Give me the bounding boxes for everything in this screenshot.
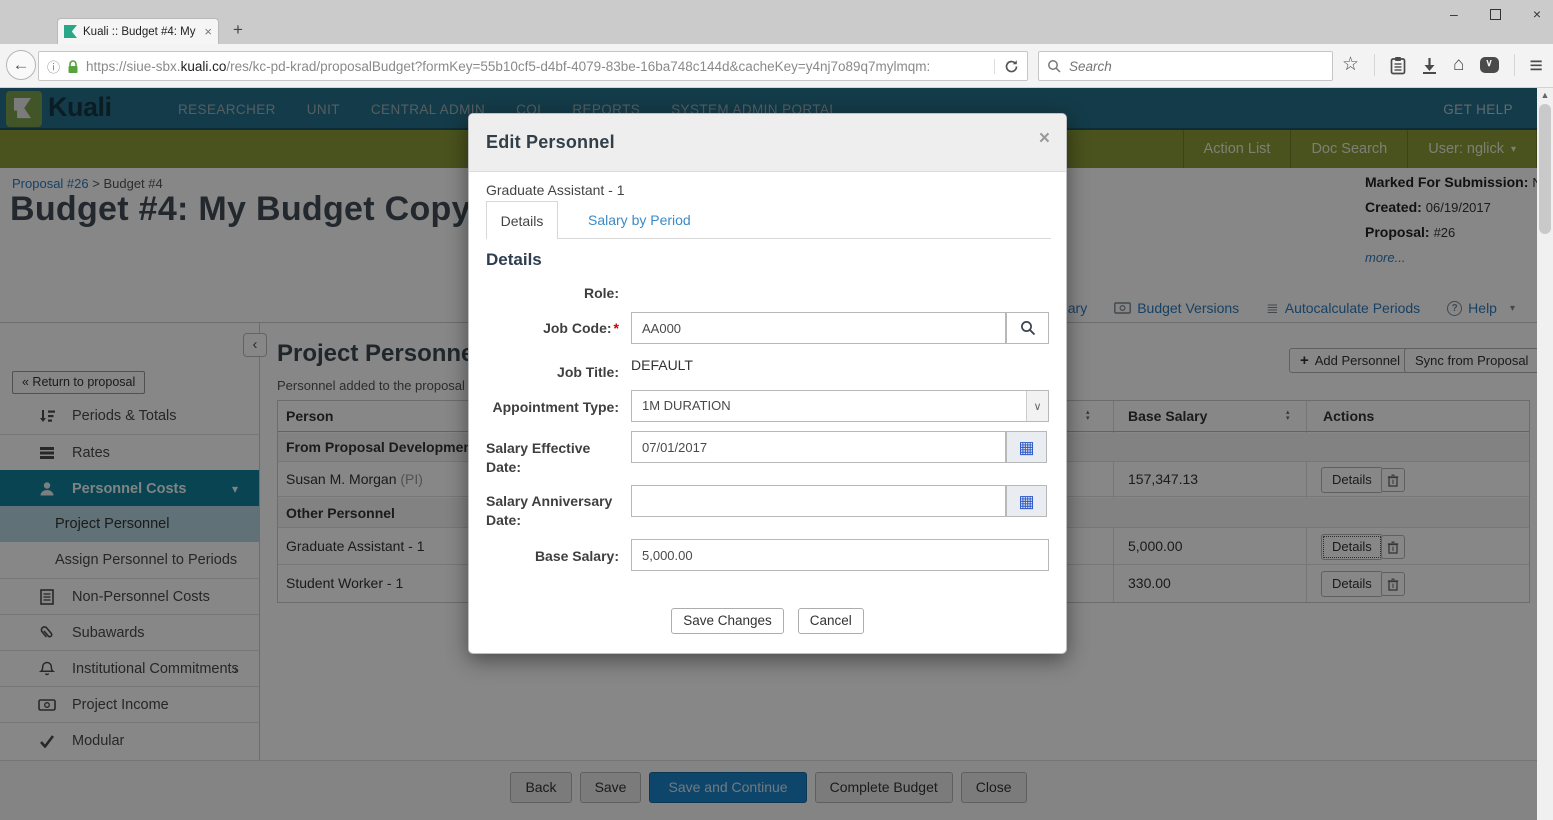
window-maximize-button[interactable] [1490,9,1501,20]
job-title-label: Job Title: [486,364,619,380]
edit-personnel-modal: Edit Personnel × Graduate Assistant - 1 … [468,113,1067,654]
kuali-favicon-icon [64,25,77,38]
reload-icon[interactable] [994,59,1019,74]
cancel-button[interactable]: Cancel [798,608,864,634]
padlock-icon [67,59,79,74]
job-code-lookup-button[interactable] [1006,312,1049,344]
search-input[interactable] [1067,58,1287,75]
window-minimize-button[interactable]: – [1450,6,1458,22]
url-text: https://siue-sbx.kuali.co/res/kc-pd-krad… [86,59,987,74]
role-label: Role: [486,285,619,301]
job-code-label: Job Code:* [486,320,619,336]
toolbar-separator [1514,54,1515,76]
downloads-icon[interactable] [1421,57,1438,74]
page-scrollbar[interactable]: ▲ [1537,88,1553,820]
search-bar[interactable] [1038,51,1333,81]
url-bar[interactable]: ⓘ https://siue-sbx.kuali.co/res/kc-pd-kr… [38,51,1028,81]
section-heading: Details [486,250,542,270]
home-icon[interactable]: ⌂ [1453,50,1464,80]
calendar-icon: ▦ [1018,439,1034,456]
calendar-icon: ▦ [1018,493,1034,510]
hamburger-menu-icon[interactable]: ≡ [1530,50,1543,80]
modal-subtitle: Graduate Assistant - 1 [486,182,625,198]
salary-effective-date-label: Salary EffectiveDate: [486,439,619,477]
scroll-up-icon[interactable]: ▲ [1537,90,1553,100]
salary-effective-date-picker-button[interactable]: ▦ [1006,431,1047,463]
base-salary-label: Base Salary: [486,548,619,564]
modal-title: Edit Personnel [486,132,615,153]
tab-salary-by-period[interactable]: Salary by Period [576,201,703,239]
tab-details[interactable]: Details [486,201,558,239]
browser-back-button[interactable]: ← [6,50,36,80]
browser-tab[interactable]: Kuali :: Budget #4: My Budge × [57,18,219,44]
salary-anniversary-date-label: Salary AnniversaryDate: [486,492,619,530]
window-controls: – × [1450,2,1541,26]
appointment-type-label: Appointment Type: [486,399,619,415]
window-close-button[interactable]: × [1533,6,1541,22]
modal-header: Edit Personnel × [469,114,1066,172]
tab-title: Kuali :: Budget #4: My Budge [83,26,198,38]
tab-close-icon[interactable]: × [204,24,212,39]
tab-underline [486,238,1051,239]
clipboard-icon[interactable] [1390,56,1406,75]
pocket-icon[interactable]: ∨ [1480,57,1499,73]
bookmark-star-icon[interactable]: ☆ [1342,50,1359,80]
chevron-down-icon: ∨ [1026,391,1048,421]
new-tab-button[interactable]: + [233,20,243,40]
page-info-icon[interactable]: ⓘ [47,57,60,76]
browser-action-icons: ☆ ⌂ ∨ ≡ [1342,50,1543,80]
save-changes-button[interactable]: Save Changes [671,608,784,634]
salary-effective-date-input[interactable] [631,431,1006,463]
window-titlebar: Kuali :: Budget #4: My Budge × + – × [0,0,1553,44]
modal-buttons: Save Changes Cancel [469,608,1066,634]
search-icon [1020,320,1036,336]
appointment-type-select[interactable]: 1M DURATION ∨ [631,390,1049,422]
base-salary-input[interactable] [631,539,1049,571]
job-code-input[interactable] [631,312,1006,344]
job-title-value: DEFAULT [631,357,693,373]
toolbar-separator [1374,54,1375,76]
salary-anniversary-date-picker-button[interactable]: ▦ [1006,485,1047,517]
search-icon [1047,59,1061,73]
scrollbar-thumb[interactable] [1539,104,1551,234]
appointment-type-value: 1M DURATION [642,398,731,413]
modal-close-icon[interactable]: × [1039,128,1050,150]
screen: Kuali :: Budget #4: My Budge × + – × ← ⓘ… [0,0,1553,820]
salary-anniversary-date-input[interactable] [631,485,1006,517]
required-marker: * [614,320,619,336]
